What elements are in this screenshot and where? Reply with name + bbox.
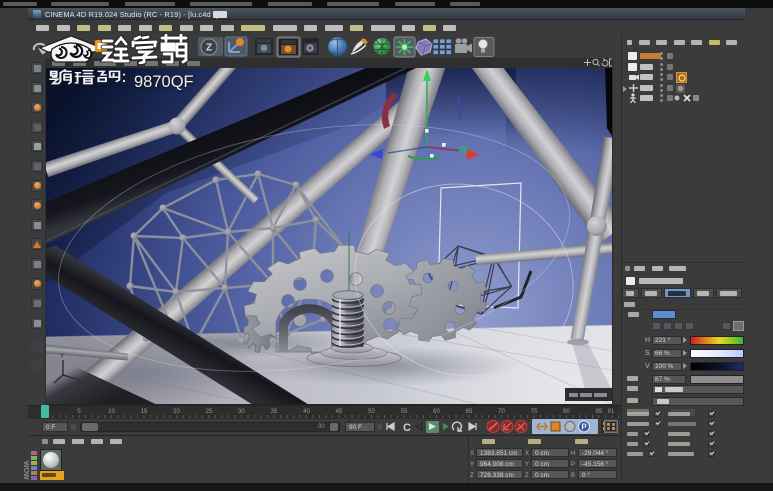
svg-text:Y: Y <box>60 354 64 360</box>
svg-text:60: 60 <box>433 409 440 415</box>
svg-text:10: 10 <box>108 409 115 415</box>
svg-text:P: P <box>581 423 587 432</box>
svg-text:85: 85 <box>596 409 603 415</box>
svg-text:9870QF: 9870QF <box>134 73 194 91</box>
svg-text:35: 35 <box>271 409 278 415</box>
svg-text:40: 40 <box>303 409 310 415</box>
svg-text:75: 75 <box>531 409 538 415</box>
svg-text:C: C <box>403 422 411 434</box>
svg-text:15: 15 <box>141 409 148 415</box>
svg-text:25: 25 <box>206 409 213 415</box>
svg-text:91: 91 <box>608 409 615 415</box>
svg-text:20: 20 <box>173 409 180 415</box>
svg-text:X: X <box>77 379 81 385</box>
svg-text:45: 45 <box>336 409 343 415</box>
svg-text:5: 5 <box>77 409 81 415</box>
svg-text:80: 80 <box>563 409 570 415</box>
svg-text:30: 30 <box>238 409 245 415</box>
svg-text:70: 70 <box>498 409 505 415</box>
svg-text:50: 50 <box>368 409 375 415</box>
svg-text:55: 55 <box>401 409 408 415</box>
svg-text:Z: Z <box>206 43 212 54</box>
svg-text:65: 65 <box>466 409 473 415</box>
